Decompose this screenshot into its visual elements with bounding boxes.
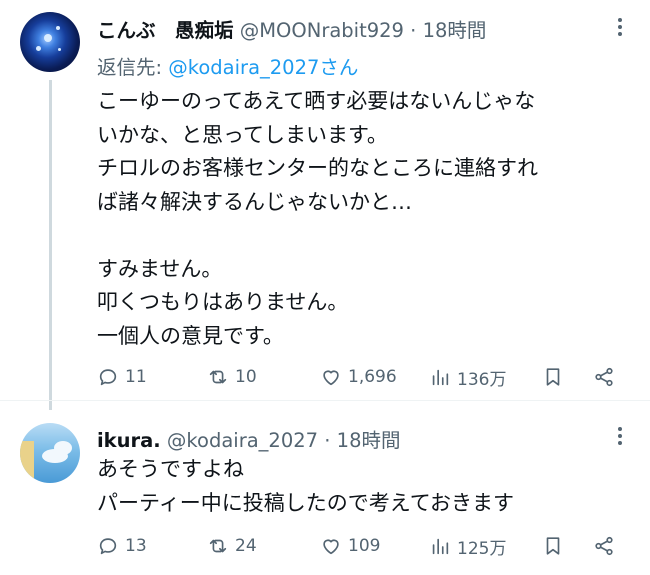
retweet-icon	[209, 539, 227, 553]
tweet-line: パーティー中に投稿したので考えておきます	[97, 490, 515, 515]
like-button[interactable]: 1,696	[320, 362, 397, 392]
share-icon	[595, 536, 613, 556]
reply-icon	[99, 538, 117, 555]
tweet-text: あそうですよね パーティー中に投稿したので考えておきます	[97, 453, 514, 520]
user-handle[interactable]: @kodaira_2027	[167, 429, 318, 452]
views-count: 136万	[457, 369, 507, 390]
user-handle[interactable]: @MOONrabit929	[240, 19, 404, 42]
retweet-count: 10	[235, 367, 257, 387]
tweet-line: いかな、と思ってしまいます。	[97, 122, 388, 147]
share-button[interactable]	[593, 531, 615, 561]
bookmark-icon	[546, 537, 560, 555]
heart-icon	[323, 370, 339, 386]
action-bar: 13 24 109 125万	[97, 531, 627, 561]
tweet-header: ikura. @kodaira_2027 · 18時間	[97, 424, 400, 453]
retweet-icon	[209, 370, 227, 384]
reply-button[interactable]: 11	[97, 362, 147, 392]
reply-count: 13	[125, 536, 147, 556]
reply-to-label: 返信先:	[97, 56, 169, 79]
retweet-button[interactable]: 24	[207, 531, 257, 561]
thread-line	[49, 80, 52, 410]
tweet-line: こーゆーのってあえて晒す必要はないんじゃな	[97, 89, 536, 113]
timestamp[interactable]: 18時間	[337, 429, 401, 452]
tweet-header: こんぶ 愚痴垢 @MOONrabit929 · 18時間	[97, 14, 486, 43]
separator-dot: ·	[410, 19, 417, 42]
bookmark-icon	[546, 368, 560, 386]
tweet-text: こーゆーのってあえて晒す必要はないんじゃな いかな、と思ってしまいます。 チロル…	[97, 85, 538, 353]
like-count: 109	[348, 536, 381, 556]
avatar[interactable]	[20, 12, 80, 72]
reply-button[interactable]: 13	[97, 531, 147, 561]
reply-icon	[99, 369, 117, 386]
heart-icon	[323, 539, 339, 555]
timestamp[interactable]: 18時間	[423, 19, 487, 42]
avatar[interactable]	[20, 423, 80, 483]
reply-to-link[interactable]: @kodaira_2027さん	[168, 56, 358, 79]
views-icon	[432, 538, 449, 555]
tweet-line: 叩くつもりはありません。	[97, 290, 349, 314]
retweet-button[interactable]: 10	[207, 362, 257, 392]
share-button[interactable]	[593, 362, 615, 392]
separator-dot: ·	[324, 429, 331, 452]
views-button[interactable]: 125万	[429, 531, 506, 561]
tweet-line: あそうですよね	[97, 457, 244, 481]
views-icon	[432, 369, 449, 386]
action-bar: 11 10 1,696 136万	[97, 362, 627, 392]
reply-to: 返信先: @kodaira_2027さん	[97, 51, 358, 80]
tweet-line: 一個人の意見です。	[97, 323, 284, 348]
tweet-line: チロルのお客様センター的なところに連絡すれ	[97, 156, 538, 180]
display-name[interactable]: こんぶ 愚痴垢	[97, 19, 234, 42]
more-icon[interactable]	[618, 18, 624, 39]
tweet-line: すみません。	[97, 256, 223, 281]
bookmark-button[interactable]	[542, 362, 564, 392]
views-count: 125万	[457, 538, 507, 559]
tweet-line: ば諸々解決するんじゃないかと…	[97, 189, 412, 214]
bookmark-button[interactable]	[542, 531, 564, 561]
more-icon[interactable]	[618, 427, 624, 448]
like-count: 1,696	[348, 367, 397, 387]
reply-count: 11	[125, 367, 147, 387]
tweet-line	[97, 219, 538, 253]
views-button[interactable]: 136万	[429, 362, 506, 392]
retweet-count: 24	[235, 536, 257, 556]
display-name[interactable]: ikura.	[97, 429, 161, 452]
share-icon	[595, 367, 613, 387]
like-button[interactable]: 109	[320, 531, 380, 561]
